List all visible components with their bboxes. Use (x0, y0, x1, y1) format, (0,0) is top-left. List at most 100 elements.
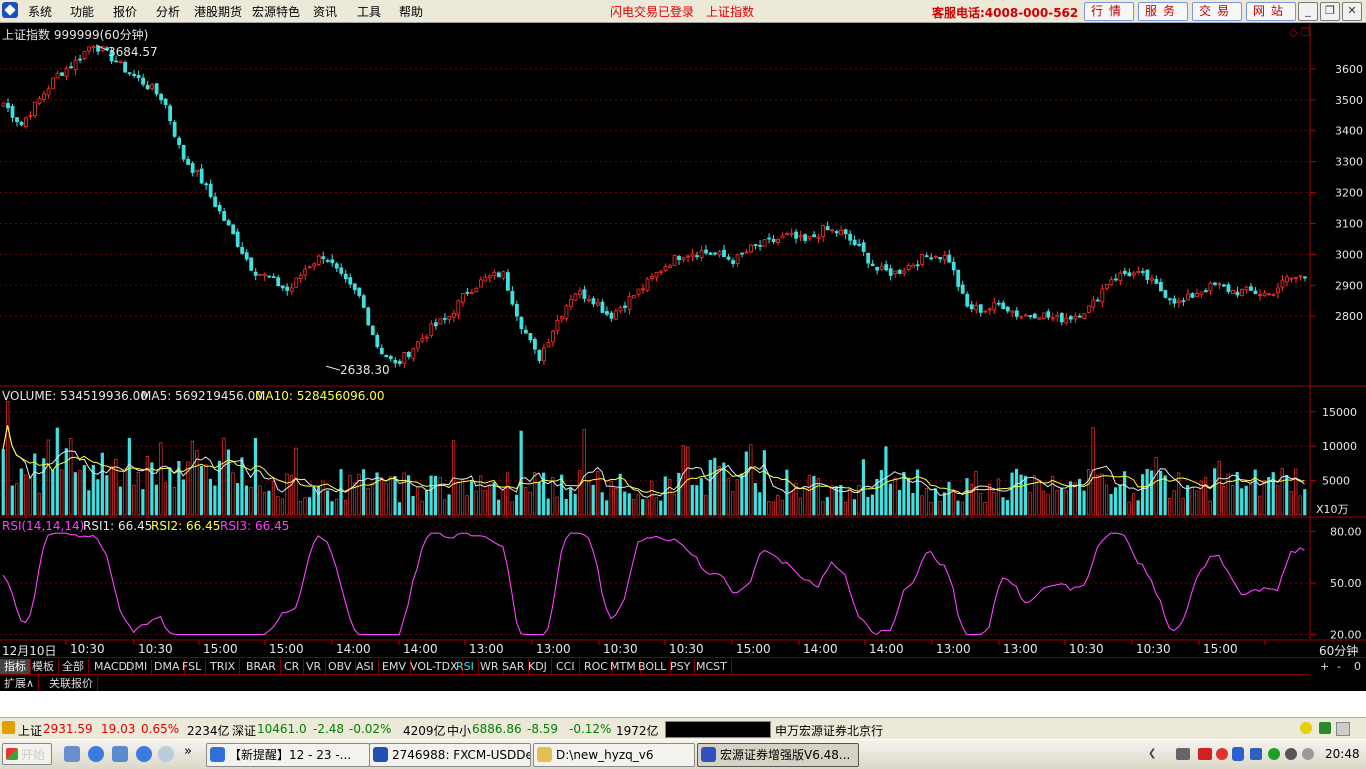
volume-bar (713, 457, 717, 516)
candle-body (505, 272, 510, 291)
update-icon[interactable] (1268, 748, 1280, 760)
tab-cr[interactable]: CR (280, 659, 305, 674)
candle-body (406, 351, 411, 358)
restore-icon[interactable]: ❐ (1320, 2, 1340, 21)
task-window-1[interactable]: 【新提醒】12 - 23 -... (206, 743, 370, 767)
menu-system[interactable]: 系统 (28, 3, 52, 20)
volume-bar (524, 487, 528, 516)
tab-brar[interactable]: BRAR (242, 659, 281, 674)
tab-[interactable]: 全部 (58, 659, 89, 674)
candle-body (388, 356, 393, 360)
task-window-2[interactable]: 2746988: FXCM-USDDe... (369, 743, 531, 767)
ie-icon[interactable] (88, 746, 104, 762)
volume-bar (870, 494, 875, 516)
task-window-4[interactable]: 宏源证券增强版V6.48... (697, 743, 859, 767)
close-icon[interactable]: ✕ (1342, 2, 1362, 21)
volume-bar (1005, 500, 1010, 516)
candle-body (190, 163, 195, 173)
reset-button[interactable]: 0 (1350, 659, 1365, 674)
tray-app-icon[interactable] (1198, 748, 1212, 760)
trade-button[interactable]: 交易 (1192, 2, 1242, 21)
tab-related-quote[interactable]: 关联报价 (45, 676, 98, 691)
network-icon[interactable] (1250, 748, 1262, 760)
menu-help[interactable]: 帮助 (399, 3, 423, 20)
candle-body (150, 84, 155, 89)
candle-body (510, 290, 515, 305)
service-button[interactable]: 服务 (1138, 2, 1188, 21)
candle-body (857, 243, 862, 246)
start-button[interactable]: 开始 (2, 743, 52, 765)
tab-psy[interactable]: PSY (666, 659, 696, 674)
candle-body (1077, 315, 1082, 318)
tab-[interactable]: 模板 (28, 659, 59, 674)
volume-bar (199, 465, 204, 516)
market-button[interactable]: 行情 (1084, 2, 1134, 21)
candle-body (289, 287, 294, 292)
volume-bar (857, 485, 861, 516)
tray-expand-icon[interactable]: ❮ (1148, 748, 1156, 759)
menu-function[interactable]: 功能 (70, 3, 94, 20)
volume-bar (375, 472, 379, 516)
tab-mcst[interactable]: MCST (692, 659, 732, 674)
shield-icon[interactable] (1232, 747, 1244, 761)
search-icon[interactable] (158, 746, 174, 762)
tab-dmi[interactable]: DMI (122, 659, 153, 674)
candle-body (195, 169, 200, 172)
tab-trix[interactable]: TRIX (206, 659, 241, 674)
volume-bar (145, 455, 149, 516)
candle-body (1136, 270, 1141, 274)
volume-bar (650, 480, 654, 516)
tab-kdj[interactable]: KDJ (524, 659, 552, 674)
volume-bar (474, 490, 478, 516)
candle-body (695, 255, 699, 258)
tab-vr[interactable]: VR (302, 659, 327, 674)
time-label: 13:00 (1003, 642, 1038, 656)
zoom-out-button[interactable]: - (1333, 659, 1345, 674)
volume-bar (600, 492, 604, 516)
explorer-icon[interactable] (112, 746, 128, 762)
candle-body (978, 304, 983, 313)
website-button[interactable]: 网站 (1246, 2, 1296, 21)
menu-hk-futures[interactable]: 港股期货 (194, 3, 242, 20)
tab-fsl[interactable]: FSL (178, 659, 207, 674)
candle-body (1118, 272, 1123, 282)
menu-analysis[interactable]: 分析 (156, 3, 180, 20)
rsi2-label: RSI2: 66.45 (151, 519, 221, 533)
menu-quote[interactable]: 报价 (113, 3, 137, 20)
tab-expand[interactable]: 扩展∧ (0, 676, 40, 691)
tab-rsi[interactable]: RSI (452, 659, 479, 674)
candle-body (73, 59, 78, 71)
ma10-label: MA10: 528456096.00 (255, 389, 385, 403)
zoom-in-button[interactable]: + (1316, 659, 1333, 674)
candle-body (1109, 279, 1114, 286)
current-symbol: 上证指数 (706, 5, 755, 19)
clock-tray-icon[interactable] (1302, 748, 1314, 760)
tab-cci[interactable]: CCI (552, 659, 580, 674)
settings-icon[interactable] (1336, 722, 1350, 736)
chart-expand-icon[interactable]: ◇ ❐ (1289, 26, 1311, 39)
browser-icon[interactable] (136, 746, 152, 762)
audio-icon[interactable] (1285, 748, 1297, 760)
desktop-icon[interactable] (64, 746, 80, 762)
menu-news[interactable]: 资讯 (313, 3, 337, 20)
volume-bar (717, 466, 721, 516)
menu-hongyuan[interactable]: 宏源特色 (252, 3, 300, 20)
volume-bar (19, 468, 23, 516)
volume-bar (249, 486, 253, 516)
candle-body (96, 45, 100, 52)
more-quicklaunch-icon[interactable]: » (184, 744, 192, 759)
candle-body (276, 277, 281, 287)
volume-bar (267, 490, 271, 516)
minimize-icon[interactable]: _ (1298, 2, 1318, 21)
price-tick-label: 3200 (1335, 187, 1363, 200)
security-icon[interactable] (1216, 748, 1228, 760)
task-window-3[interactable]: D:\new_hyzq_v6 (533, 743, 695, 767)
keyboard-icon[interactable] (1176, 748, 1190, 760)
tab-[interactable]: 指标 (0, 659, 31, 674)
alert-icon[interactable] (2, 721, 15, 734)
candle-body (713, 252, 717, 255)
rsi3-label: RSI3: 66.45 (220, 519, 290, 533)
tab-asi[interactable]: ASI (352, 659, 379, 674)
candle-body (699, 250, 704, 258)
menu-tools[interactable]: 工具 (357, 3, 381, 20)
